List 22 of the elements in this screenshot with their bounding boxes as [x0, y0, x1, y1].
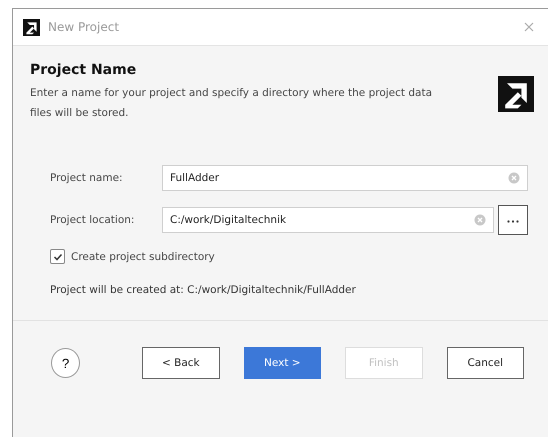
- app-logo-icon: [498, 76, 534, 112]
- info-text: Project will be created at: C:/work/Digitaltechnik/FullAdder: [50, 284, 357, 296]
- text-field[interactable]: C:/work/Digitaltechnik: [162, 207, 494, 233]
- dialog-button[interactable]: Cancel: [446, 347, 524, 379]
- close-icon[interactable]: [524, 22, 534, 32]
- dialog-button[interactable]: Next >: [244, 347, 322, 379]
- clear-icon[interactable]: [508, 172, 520, 184]
- checkbox-label[interactable]: Create project subdirectory: [71, 250, 215, 262]
- help-button[interactable]: ?: [51, 348, 80, 378]
- field-label: Project name:: [50, 172, 124, 184]
- window-title: New Project: [48, 20, 120, 34]
- checkbox[interactable]: [50, 249, 65, 264]
- text-field[interactable]: FullAdder: [162, 165, 528, 191]
- clear-icon[interactable]: [474, 214, 486, 226]
- check-icon: [52, 252, 62, 262]
- app-logo-icon: [23, 18, 40, 36]
- field-label: Project location:: [50, 214, 136, 226]
- browse-button[interactable]: [498, 205, 528, 235]
- ellipsis-icon: [507, 220, 519, 223]
- page-description: Enter a name for your project and specify a directory where the project data files will be stored.: [30, 86, 434, 121]
- page-heading: Project Name: [30, 62, 138, 78]
- dialog-button[interactable]: < Back: [142, 347, 220, 379]
